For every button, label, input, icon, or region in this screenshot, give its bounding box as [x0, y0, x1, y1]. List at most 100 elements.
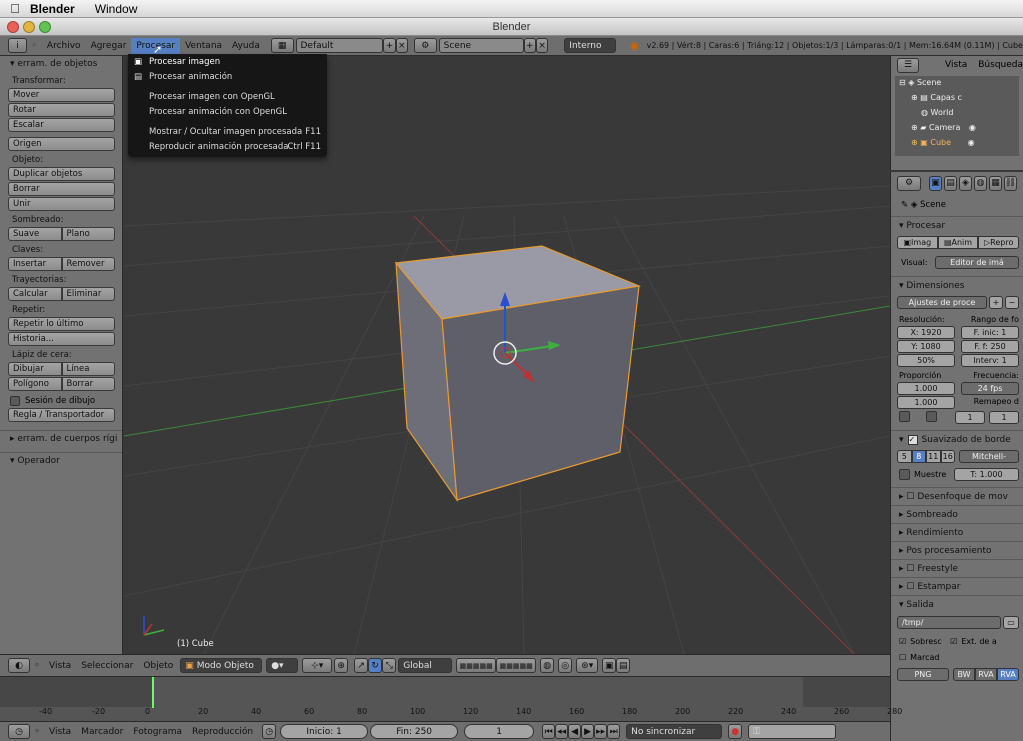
performance-panel-header[interactable]: ▸ Rendimiento	[891, 523, 1023, 541]
close-window-button[interactable]	[7, 21, 19, 33]
timeline-area[interactable]: -40 -20 0 20 40 60 80 100 120 140 160 180 200 220 240 2…	[0, 676, 902, 721]
file-format-select[interactable]: PNG	[897, 668, 949, 681]
delete-button[interactable]: Borrar	[8, 182, 115, 196]
visibility-eye-icon[interactable]: ◉	[969, 123, 976, 132]
erase-button[interactable]: Borrar	[61, 377, 115, 391]
toggle-render-view-item[interactable]: Mostrar / Ocultar imagen procesada F11	[128, 125, 327, 140]
screen-layout-field[interactable]: Default	[295, 38, 384, 53]
snap-icon[interactable]: ⊛▾	[576, 658, 599, 673]
menu-ayuda[interactable]: Ayuda	[227, 38, 265, 54]
menu-vista[interactable]: Vista	[44, 658, 76, 674]
scene-field[interactable]: Scene	[438, 38, 524, 53]
resolution-y-field[interactable]: Y: 1080	[897, 340, 955, 353]
info-editor-icon[interactable]: i	[8, 38, 27, 53]
crop-checkbox[interactable]	[926, 411, 937, 422]
viewport-shading-select[interactable]: ●▾	[266, 658, 299, 673]
remove-key-button[interactable]: Remover	[61, 257, 115, 271]
opengl-render-animation-item[interactable]: Procesar animación con OpenGL	[128, 105, 327, 120]
remap-old-field[interactable]: 1	[955, 411, 985, 424]
color-mode-rgb[interactable]: RVA	[975, 668, 997, 681]
outliner-item-cube[interactable]: ⊕ ▣ Cube ◉	[895, 138, 1019, 153]
rigid-body-panel[interactable]: ▸ erram. de cuerpos rígi	[0, 430, 122, 446]
antialiasing-panel-header[interactable]: ▾ ✓ Suavizado de borde	[891, 430, 1023, 448]
constraints-tab-icon[interactable]: ⛓	[1004, 175, 1017, 191]
render-panel-header[interactable]: ▾ Procesar	[891, 216, 1023, 234]
outliner-editor-icon[interactable]: ☰	[897, 57, 920, 73]
menu-seleccionar[interactable]: Seleccionar	[76, 658, 138, 674]
jump-start-icon[interactable]: ⏮	[542, 724, 556, 739]
dimensions-panel-header[interactable]: ▾ Dimensiones	[891, 276, 1023, 294]
timeline-menu-fotograma[interactable]: Fotograma	[128, 724, 187, 740]
outliner-search-menu[interactable]: Búsqueda	[978, 60, 1023, 70]
app-menu[interactable]: Blender	[30, 2, 75, 16]
timeline-menu-marcador[interactable]: Marcador	[76, 724, 128, 740]
frame-step-field[interactable]: Interv: 1	[961, 354, 1019, 367]
render-image-item[interactable]: ▣ Procesar imagen	[128, 55, 327, 70]
minimize-window-button[interactable]	[23, 21, 35, 33]
start-frame-field[interactable]: Inicio: 1	[280, 724, 369, 739]
current-frame-field[interactable]: 1	[464, 724, 535, 739]
layer-lock-icon[interactable]: ◍	[540, 658, 555, 673]
next-keyframe-icon[interactable]: ▸▸	[594, 724, 608, 739]
freestyle-panel-header[interactable]: ▸ ☐ Freestyle	[891, 559, 1023, 577]
opengl-render-image-icon[interactable]: ▣	[602, 658, 617, 673]
join-button[interactable]: Unir	[8, 197, 115, 211]
outliner-item-layers[interactable]: ⊕ ▤ Capas c	[895, 93, 1019, 108]
output-path-field[interactable]: /tmp/	[897, 616, 1001, 629]
collapse-header-icon[interactable]: ◦	[30, 661, 44, 671]
duplicate-button[interactable]: Duplicar objetos	[8, 167, 115, 181]
render-animation-item[interactable]: ▤ Procesar animación	[128, 70, 327, 85]
layer-buttons[interactable]: ▦▦▦▦▦ ▦▦▦▦▦	[456, 658, 537, 673]
screen-layout-icon[interactable]: ▦	[270, 38, 294, 53]
color-mode-bw[interactable]: BW	[953, 668, 975, 681]
play-rendered-animation-item[interactable]: Reproducir animación procesada Ctrl F11	[128, 140, 327, 155]
border-checkbox[interactable]	[899, 411, 910, 422]
manipulator-toggle-icon[interactable]: ⊕	[334, 658, 349, 673]
menu-objeto[interactable]: Objeto	[138, 658, 178, 674]
flat-button[interactable]: Plano	[61, 227, 115, 241]
antialiasing-checkbox[interactable]: ✓	[907, 434, 918, 445]
display-select[interactable]: Editor de imá	[935, 256, 1019, 269]
aspect-x-field[interactable]: 1.000	[897, 382, 955, 395]
resolution-x-field[interactable]: X: 1920	[897, 326, 955, 339]
transform-orientation-select[interactable]: Global	[398, 658, 453, 673]
insert-key-button[interactable]: Insertar	[8, 257, 62, 271]
add-scene-icon[interactable]: +	[523, 38, 536, 53]
render-engine-select[interactable]: Interno	[564, 38, 616, 53]
stamp-panel-header[interactable]: ▸ ☐ Estampar	[891, 577, 1023, 595]
proportional-edit-icon[interactable]: ◎	[558, 658, 573, 673]
collapse-menus-icon[interactable]: ◦	[27, 41, 42, 51]
line-button[interactable]: Línea	[61, 362, 115, 376]
opengl-render-image-item[interactable]: Procesar imagen con OpenGL	[128, 90, 327, 105]
prev-keyframe-icon[interactable]: ◂◂	[555, 724, 569, 739]
menu-archivo[interactable]: Archivo	[42, 38, 86, 54]
play-reverse-icon[interactable]: ◀	[568, 724, 582, 739]
render-preset-select[interactable]: Ajustes de proce	[897, 296, 987, 309]
clear-path-button[interactable]: Eliminar	[61, 287, 115, 301]
scene-icon[interactable]: ⚙	[413, 38, 437, 53]
scale-manipulator-icon[interactable]: ⤡	[382, 658, 397, 673]
render-animation-button[interactable]: ▤Anim	[937, 236, 979, 249]
properties-editor-icon[interactable]: ⚙	[897, 175, 921, 191]
cube-visibility-eye-icon[interactable]: ◉	[968, 138, 975, 147]
object-tab-icon[interactable]: ▦	[989, 175, 1002, 191]
preview-range-icon[interactable]: ◷	[262, 724, 277, 739]
menu-agregar[interactable]: Agregar	[86, 38, 132, 54]
play-icon[interactable]: ▶	[581, 724, 595, 739]
translate-manipulator-icon[interactable]: ↗	[354, 658, 369, 673]
end-frame-field[interactable]: Fin: 250	[370, 724, 459, 739]
repeat-last-button[interactable]: Repetir lo último	[8, 317, 115, 331]
window-menu[interactable]: Window	[95, 2, 138, 16]
outliner-item-scene[interactable]: ⊟ ◈ Scene	[895, 78, 1019, 93]
operator-panel[interactable]: ▾ Operador	[0, 452, 122, 468]
pin-icon[interactable]: ✎	[901, 200, 908, 210]
scene-tab-icon[interactable]: ◈	[959, 175, 972, 191]
layers-tab-icon[interactable]: ▤	[944, 175, 957, 191]
record-icon[interactable]: ●	[728, 724, 743, 739]
post-processing-panel-header[interactable]: ▸ Pos procesamiento	[891, 541, 1023, 559]
move-button[interactable]: Mover	[8, 88, 115, 102]
frame-end-field[interactable]: F. f: 250	[961, 340, 1019, 353]
rotate-button[interactable]: Rotar	[8, 103, 115, 117]
add-screen-icon[interactable]: +	[383, 38, 396, 53]
aa-filter-select[interactable]: Mitchell-	[959, 450, 1019, 463]
